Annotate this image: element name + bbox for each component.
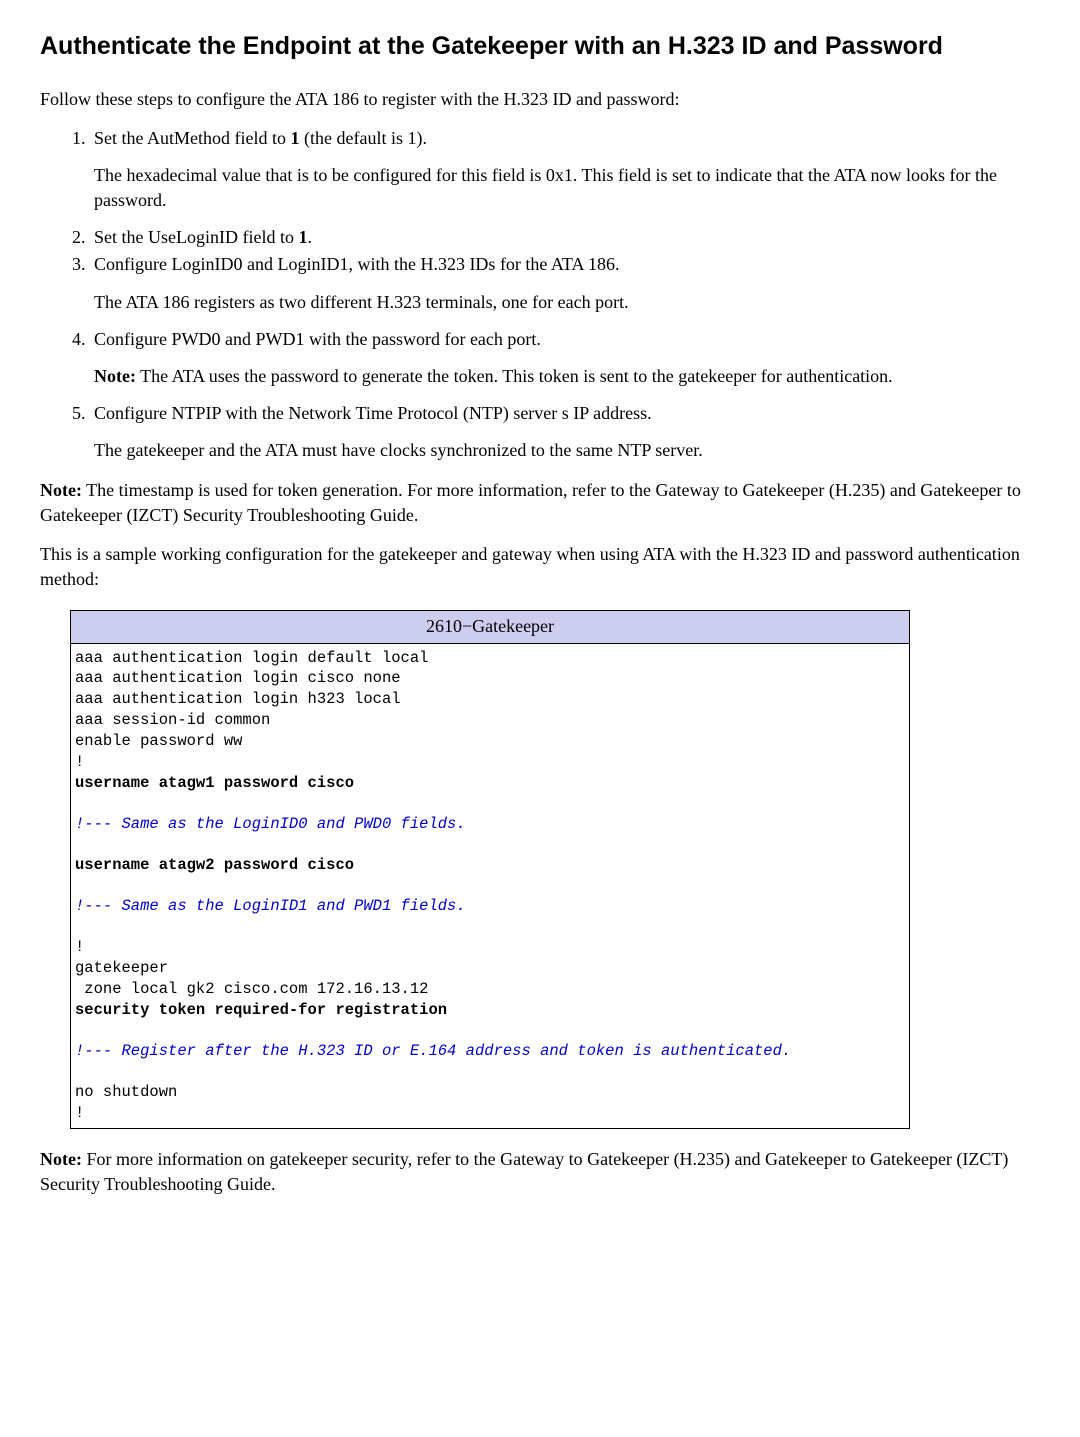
config-line-7: username atagw1 password cisco bbox=[75, 773, 905, 794]
config-body: aaa authentication login default localaa… bbox=[71, 643, 910, 1129]
step-4: Configure PWD0 and PWD1 with the passwor… bbox=[90, 327, 1040, 389]
config-line-8: !--- Same as the LoginID0 and PWD0 field… bbox=[75, 814, 905, 835]
step-1-detail: The hexadecimal value that is to be conf… bbox=[94, 163, 1040, 213]
config-blank-4 bbox=[75, 917, 905, 937]
step-2-text-c: . bbox=[307, 227, 312, 247]
config-blank-5 bbox=[75, 1021, 905, 1041]
step-2: Set the UseLoginID field to 1. bbox=[90, 225, 1040, 250]
config-title: 2610−Gatekeeper bbox=[71, 611, 910, 643]
step-3-text: Configure LoginID0 and LoginID1, with th… bbox=[94, 254, 620, 274]
config-line-17: ! bbox=[75, 1103, 905, 1124]
step-1: Set the AutMethod field to 1 (the defaul… bbox=[90, 126, 1040, 214]
step-4-note-body: The ATA uses the password to generate th… bbox=[136, 366, 893, 386]
step-3: Configure LoginID0 and LoginID1, with th… bbox=[90, 252, 1040, 314]
config-blank-3 bbox=[75, 876, 905, 896]
config-line-6: ! bbox=[75, 752, 905, 773]
config-line-11: ! bbox=[75, 937, 905, 958]
config-line-4: aaa session-id common bbox=[75, 710, 905, 731]
config-line-14: security token required-for registration bbox=[75, 1000, 905, 1021]
config-line-1: aaa authentication login default local bbox=[75, 648, 905, 669]
config-blank-6 bbox=[75, 1062, 905, 1082]
config-line-2: aaa authentication login cisco none bbox=[75, 668, 905, 689]
config-line-15: !--- Register after the H.323 ID or E.16… bbox=[75, 1041, 905, 1062]
config-line-13: zone local gk2 cisco.com 172.16.13.12 bbox=[75, 979, 905, 1000]
config-line-16: no shutdown bbox=[75, 1082, 905, 1103]
note-1: Note: The timestamp is used for token ge… bbox=[40, 478, 1040, 528]
step-5: Configure NTPIP with the Network Time Pr… bbox=[90, 401, 1040, 463]
config-line-12: gatekeeper bbox=[75, 958, 905, 979]
config-blank-2 bbox=[75, 835, 905, 855]
step-4-note-label: Note: bbox=[94, 366, 136, 386]
step-2-text-a: Set the UseLoginID field to bbox=[94, 227, 298, 247]
sample-paragraph: This is a sample working configuration f… bbox=[40, 542, 1040, 592]
step-3-detail: The ATA 186 registers as two different H… bbox=[94, 290, 1040, 315]
step-4-text: Configure PWD0 and PWD1 with the passwor… bbox=[94, 329, 541, 349]
steps-list: Set the AutMethod field to 1 (the defaul… bbox=[40, 126, 1040, 464]
note-2-label: Note: bbox=[40, 1149, 82, 1169]
config-line-5: enable password ww bbox=[75, 731, 905, 752]
note-1-body: The timestamp is used for token generati… bbox=[40, 480, 1021, 525]
intro-paragraph: Follow these steps to configure the ATA … bbox=[40, 87, 1040, 112]
note-1-label: Note: bbox=[40, 480, 82, 500]
section-heading: Authenticate the Endpoint at the Gatekee… bbox=[40, 30, 1040, 63]
config-table: 2610−Gatekeeper aaa authentication login… bbox=[70, 610, 910, 1129]
note-2-body: For more information on gatekeeper secur… bbox=[40, 1149, 1008, 1194]
step-5-detail: The gatekeeper and the ATA must have clo… bbox=[94, 438, 1040, 463]
config-line-3: aaa authentication login h323 local bbox=[75, 689, 905, 710]
step-4-note: Note: The ATA uses the password to gener… bbox=[94, 364, 1040, 389]
step-1-text-a: Set the AutMethod field to bbox=[94, 128, 290, 148]
note-2: Note: For more information on gatekeeper… bbox=[40, 1147, 1040, 1197]
config-line-9: username atagw2 password cisco bbox=[75, 855, 905, 876]
step-1-text-c: (the default is 1). bbox=[299, 128, 426, 148]
step-5-text: Configure NTPIP with the Network Time Pr… bbox=[94, 403, 652, 423]
config-line-10: !--- Same as the LoginID1 and PWD1 field… bbox=[75, 896, 905, 917]
config-blank-1 bbox=[75, 794, 905, 814]
